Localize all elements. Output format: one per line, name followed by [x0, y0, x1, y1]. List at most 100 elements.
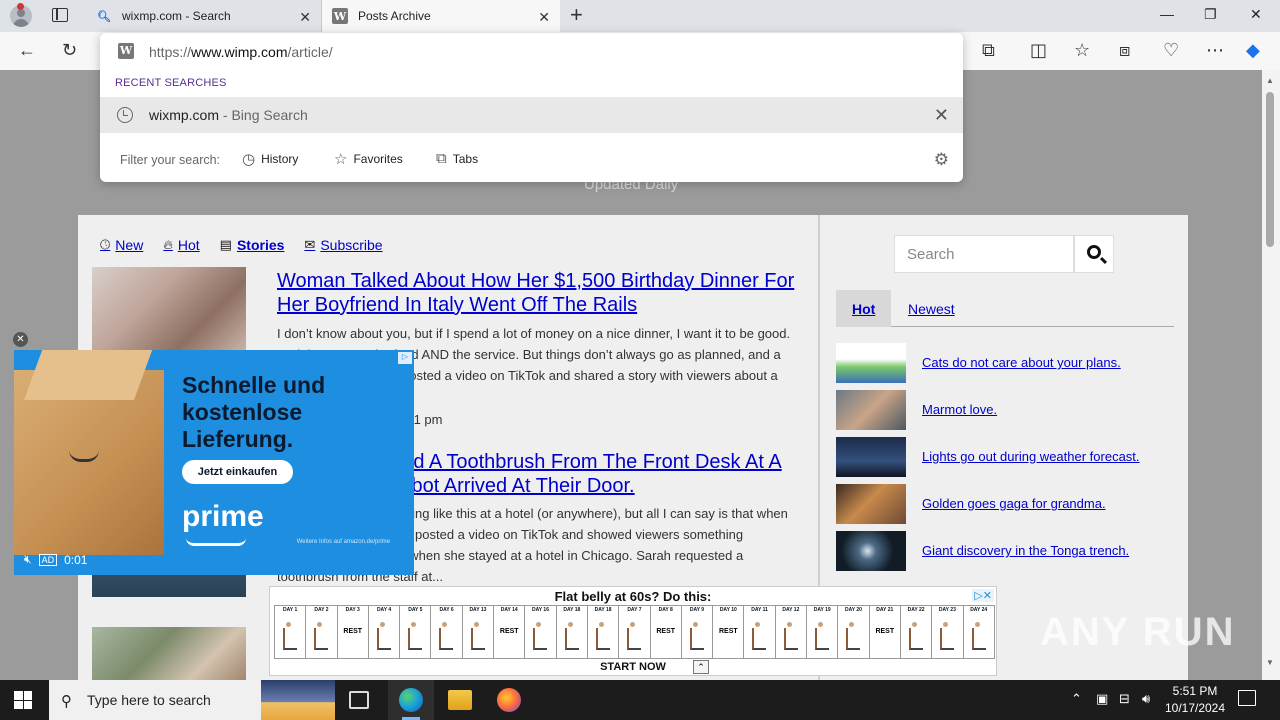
collections-icon[interactable]: ⧈ [1119, 40, 1130, 60]
workout-day-cell: DAY 23 [931, 605, 964, 659]
device-icon[interactable]: ▣ [1096, 691, 1108, 707]
workout-day-cell: DAY 3 REST [336, 605, 369, 659]
workout-day-cell: DAY 18 [555, 605, 588, 659]
new-tab-button[interactable]: + [570, 4, 583, 26]
restore-button[interactable]: ❐ [1204, 6, 1217, 23]
firefox-icon[interactable] [497, 688, 521, 712]
sidebar-link[interactable]: Cats do not care about your plans. [922, 355, 1121, 370]
sidebar-thumbnail[interactable] [836, 437, 906, 477]
exercise-figure-icon [971, 622, 986, 650]
exercise-figure-icon [376, 622, 391, 650]
scroll-thumb[interactable] [1266, 92, 1274, 247]
close-tab-icon[interactable]: ✕ [299, 9, 311, 26]
sidebar-thumbnail[interactable] [836, 390, 906, 430]
workout-day-cell: DAY 10 REST [712, 605, 745, 659]
show-hidden-icons-chevron[interactable]: ⌃ [1071, 691, 1082, 707]
collapse-chevron-icon[interactable]: ⌃ [693, 660, 709, 674]
windows-start-icon[interactable] [14, 691, 32, 709]
tab-newest[interactable]: Newest [892, 290, 971, 327]
sidebar-thumbnail[interactable] [836, 531, 906, 571]
video-controls: 🔇︎ AD 0:01 [24, 552, 87, 567]
sidebar-link[interactable]: Golden goes gaga for grandma. [922, 496, 1106, 511]
close-tab-icon[interactable]: ✕ [538, 9, 550, 26]
search-button[interactable] [1074, 235, 1114, 273]
banner-ad[interactable]: Flat belly at 60s? Do this: ▷✕ DAY 1 DAY … [269, 586, 997, 676]
sidebar-item[interactable]: Giant discovery in the Tonga trench. [836, 531, 1176, 571]
minimize-button[interactable]: — [1160, 6, 1174, 22]
network-icon[interactable]: ⊟ [1119, 691, 1130, 707]
system-clock[interactable]: 5:51 PM 10/17/2024 [1160, 683, 1230, 717]
refresh-icon[interactable]: ↻ [62, 40, 77, 60]
copilot-icon[interactable]: ◆ [1246, 40, 1260, 60]
remove-suggestion-icon[interactable]: ✕ [934, 105, 949, 126]
video-ad[interactable]: Schnelle und kostenlose Lieferung. Jetzt… [14, 350, 414, 575]
filter-favorites[interactable]: ☆ Favorites [334, 150, 403, 168]
filter-history[interactable]: ◷ History [242, 150, 298, 168]
notification-dot [17, 3, 24, 10]
filter-label: Filter your search: [120, 153, 221, 167]
exercise-figure-icon [408, 622, 423, 650]
prime-smile-icon [186, 538, 246, 546]
sidebar-item[interactable]: Marmot love. [836, 390, 1176, 430]
tab-search[interactable]: 🔍︎ wixmp.com - Search ✕ [86, 0, 322, 32]
article-thumbnail[interactable] [92, 627, 246, 680]
package-image [14, 370, 164, 555]
recent-search-item[interactable]: wixmp.com - Bing Search ✕ [100, 97, 963, 133]
more-menu-icon[interactable]: ⋯ [1206, 40, 1224, 60]
nav-subscribe[interactable]: ✉ Subscribe [304, 237, 382, 253]
scroll-up-icon[interactable]: ▲ [1266, 76, 1274, 85]
ad-cta-button[interactable]: Jetzt einkaufen [182, 460, 293, 484]
search-icon: 🔍︎ [97, 10, 111, 23]
volume-icon[interactable]: 🔊︎ [1142, 691, 1150, 707]
page-scrollbar[interactable]: ▲ ▼ [1262, 70, 1280, 680]
sidebar-item[interactable]: Cats do not care about your plans. [836, 343, 1176, 383]
filter-tabs[interactable]: ⧉ Tabs [436, 150, 478, 167]
tab-hot[interactable]: Hot [836, 290, 892, 327]
exercise-figure-icon [752, 622, 767, 650]
filter-row: Filter your search: ◷ History ☆ Favorites … [100, 145, 963, 175]
sidebar-thumbnail[interactable] [836, 343, 906, 383]
gear-icon[interactable]: ⚙ [934, 150, 949, 170]
workout-day-cell: DAY 22 [899, 605, 933, 659]
nav-stories[interactable]: ▤ Stories [220, 237, 285, 253]
notification-icon[interactable] [1238, 690, 1256, 706]
mute-icon[interactable]: 🔇︎ [24, 552, 32, 567]
scroll-down-icon[interactable]: ▼ [1266, 658, 1274, 667]
adchoices-icon[interactable]: ▷✕ [972, 589, 994, 602]
banner-cta[interactable]: START NOW [270, 661, 996, 673]
tab-title: wixmp.com - Search [122, 9, 231, 23]
browser-essentials-icon[interactable]: ♡ [1163, 40, 1179, 60]
exercise-figure-icon [314, 622, 329, 650]
file-explorer-icon[interactable] [448, 690, 472, 710]
task-view-icon[interactable] [349, 691, 369, 709]
extensions-icon[interactable]: ⧉ [982, 40, 995, 60]
search-input[interactable]: Search [894, 235, 1074, 273]
close-ad-button[interactable]: ✕ [13, 332, 28, 347]
back-arrow-icon[interactable]: ← [18, 40, 36, 60]
sidebar-link[interactable]: Marmot love. [922, 402, 997, 417]
article-title[interactable]: Woman Talked About How Her $1,500 Birthd… [277, 269, 797, 317]
sidebar-thumbnail[interactable] [836, 484, 906, 524]
workout-day-cell: DAY 16 [524, 605, 557, 659]
taskbar-search[interactable]: ⚲ Type here to search [49, 680, 335, 720]
exercise-figure-icon [470, 622, 485, 650]
sidebar-item[interactable]: Golden goes gaga for grandma. [836, 484, 1176, 524]
sidebar-link[interactable]: Lights go out during weather forecast. [922, 449, 1140, 464]
close-window-button[interactable]: ✕ [1250, 6, 1262, 23]
nav-new[interactable]: 🕓︎ New [100, 237, 143, 253]
address-bar[interactable]: W https://www.wimp.com/article/ [100, 33, 963, 69]
workout-day-cell: DAY 2 [305, 605, 338, 659]
split-screen-icon[interactable]: ◫ [1030, 40, 1047, 60]
tab-actions-icon[interactable] [52, 8, 68, 22]
nav-hot[interactable]: 🔥︎ Hot [163, 237, 199, 253]
adchoices-icon[interactable]: ▷ [398, 352, 412, 364]
favorites-star-icon[interactable]: ☆ [1074, 40, 1090, 60]
sidebar-item[interactable]: Lights go out during weather forecast. [836, 437, 1176, 477]
prime-logo: prime [182, 500, 264, 533]
edge-browser-icon[interactable] [399, 688, 423, 712]
tab-posts-archive[interactable]: W Posts Archive ✕ [322, 0, 560, 32]
url-text[interactable]: https://www.wimp.com/article/ [149, 44, 333, 60]
envelope-icon: ✉ [304, 237, 316, 252]
taskbar-search-placeholder: Type here to search [87, 692, 211, 708]
sidebar-link[interactable]: Giant discovery in the Tonga trench. [922, 543, 1129, 558]
